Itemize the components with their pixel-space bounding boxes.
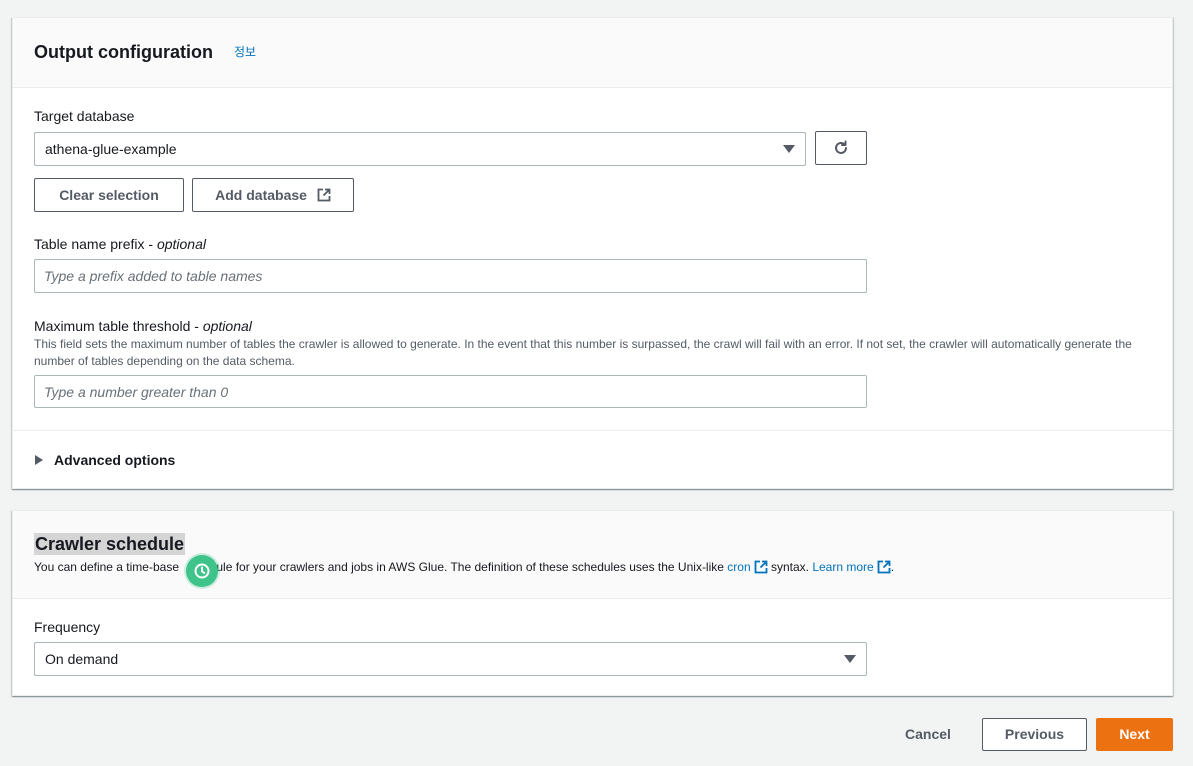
cursor-badge <box>186 555 218 587</box>
next-button[interactable]: Next <box>1096 718 1173 751</box>
max-threshold-placeholder: Type a number greater than 0 <box>44 384 229 400</box>
add-database-button[interactable]: Add database <box>192 178 354 212</box>
max-threshold-label: Maximum table threshold - optional <box>34 317 252 335</box>
info-link[interactable]: 정보 <box>234 45 256 59</box>
target-database-select[interactable]: athena-glue-example <box>34 132 806 166</box>
advanced-options-toggle[interactable]: Advanced options <box>35 451 175 469</box>
external-link-icon <box>754 560 768 574</box>
table-prefix-optional: optional <box>156 236 206 252</box>
external-link-icon <box>317 188 331 202</box>
table-prefix-input[interactable]: Type a prefix added to table names <box>34 259 867 293</box>
previous-button[interactable]: Previous <box>982 718 1087 751</box>
output-configuration-header: Output configuration 정보 <box>13 18 1172 88</box>
schedule-desc-part2: edule for your crawlers and jobs in AWS … <box>203 560 728 574</box>
frequency-select[interactable]: On demand <box>34 642 867 676</box>
caret-down-icon <box>844 655 856 663</box>
crawler-schedule-title: Crawler schedule <box>34 533 186 555</box>
max-threshold-label-text: Maximum table threshold - <box>34 318 203 334</box>
output-configuration-title: Output configuration <box>34 42 213 62</box>
output-configuration-panel: Output configuration 정보 Target database … <box>12 17 1173 489</box>
schedule-desc-part1: You can define a time-base <box>34 560 179 574</box>
crawler-schedule-panel: Crawler schedule You can define a time-b… <box>12 510 1173 696</box>
refresh-icon <box>835 140 847 154</box>
caret-right-icon <box>35 455 43 465</box>
clear-selection-button[interactable]: Clear selection <box>34 178 184 212</box>
target-database-value: athena-glue-example <box>45 141 177 157</box>
external-link-icon <box>877 560 891 574</box>
schedule-desc-part3: syntax. <box>767 560 813 574</box>
max-threshold-help: This field sets the maximum number of ta… <box>34 337 1132 368</box>
max-threshold-input[interactable]: Type a number greater than 0 <box>34 375 867 408</box>
cron-link[interactable]: cron <box>727 560 750 574</box>
advanced-options-label: Advanced options <box>54 452 176 468</box>
schedule-desc-end: . <box>890 560 895 574</box>
learn-more-link[interactable]: Learn more <box>812 560 873 574</box>
max-threshold-optional: optional <box>202 318 252 334</box>
cursor-badge-icon <box>194 563 210 579</box>
crawler-schedule-description: You can define a time-base edule for your… <box>34 559 894 575</box>
crawler-schedule-header: Crawler schedule You can define a time-b… <box>13 511 1172 599</box>
frequency-label: Frequency <box>34 619 101 635</box>
table-prefix-label: Table name prefix - optional <box>34 235 206 253</box>
target-database-label: Target database <box>34 108 135 124</box>
table-prefix-label-text: Table name prefix - <box>34 236 157 252</box>
table-prefix-placeholder: Type a prefix added to table names <box>44 268 263 284</box>
cancel-button[interactable]: Cancel <box>890 718 966 750</box>
refresh-button[interactable] <box>815 131 867 165</box>
caret-down-icon <box>783 145 795 153</box>
divider <box>13 430 1172 431</box>
frequency-value: On demand <box>45 651 119 667</box>
add-database-label: Add database <box>215 187 307 203</box>
